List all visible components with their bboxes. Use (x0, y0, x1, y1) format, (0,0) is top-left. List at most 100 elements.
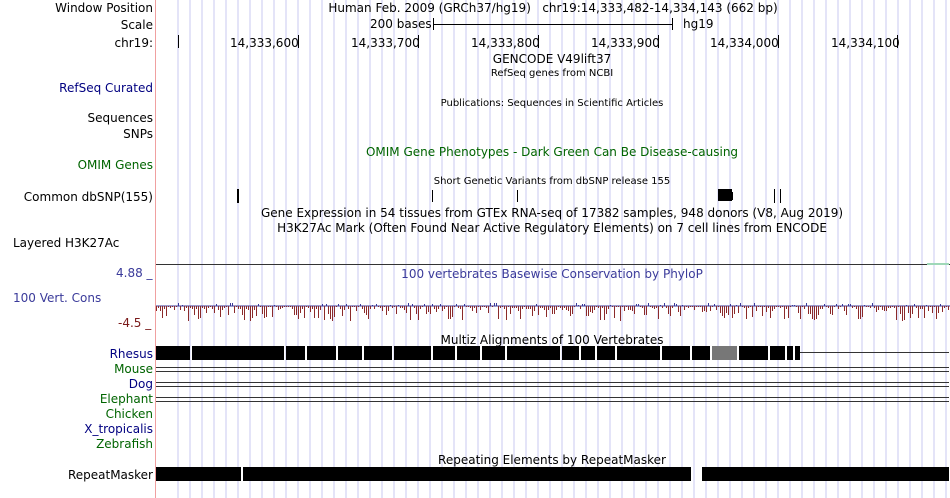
alignment-block[interactable] (712, 346, 737, 360)
repeat-track-title[interactable]: Repeating Elements by RepeatMasker (438, 453, 666, 467)
alignment-block[interactable] (692, 346, 710, 360)
window-position-label: Window Position (55, 1, 153, 15)
repeat-track-label[interactable]: RepeatMasker (68, 468, 153, 482)
alignment-block[interactable] (338, 346, 362, 360)
refseq-track-title[interactable]: RefSeq genes from NCBI (491, 67, 613, 81)
dbsnp-track-title[interactable]: Short Genetic Variants from dbSNP releas… (434, 175, 671, 189)
alignment-block[interactable] (795, 346, 800, 360)
snp-mark[interactable] (432, 190, 433, 202)
cons-bar (764, 306, 765, 307)
alignment-block[interactable] (482, 346, 505, 360)
cons-bar (262, 306, 263, 314)
gtex-track-title[interactable]: Gene Expression in 54 tissues from GTEx … (261, 206, 843, 220)
cons-bar (778, 306, 779, 307)
cons-bar (220, 306, 221, 317)
species-label-xtropicalis[interactable]: X_tropicalis (84, 422, 153, 436)
cons-bar (170, 306, 171, 308)
alignment-block[interactable] (787, 346, 793, 360)
cons-track-title[interactable]: 100 vertebrates Basewise Conservation by… (401, 267, 703, 281)
snps-track-label[interactable]: SNPs (123, 127, 153, 141)
h3k27ac-baseline (156, 264, 950, 265)
h3k27ac-track-title[interactable]: H3K27Ac Mark (Often Found Near Active Re… (277, 221, 827, 235)
cons-bar (872, 303, 873, 306)
cons-bar (394, 306, 395, 307)
alignment-block[interactable] (597, 346, 615, 360)
cons-bar (294, 306, 295, 315)
cons-bar (244, 306, 245, 320)
cons-track-label[interactable]: 100 Vert. Cons (13, 291, 101, 305)
alignment-block[interactable] (581, 346, 595, 360)
snp-mark[interactable] (727, 192, 733, 200)
species-label-rhesus[interactable]: Rhesus (110, 347, 153, 361)
cons-bar (634, 306, 635, 314)
h3k27ac-track-label[interactable]: Layered H3K27Ac (13, 236, 119, 250)
alignment-block[interactable] (739, 346, 768, 360)
cons-bar (852, 306, 853, 308)
alignment-block[interactable] (562, 346, 579, 360)
snp-mark[interactable] (774, 189, 775, 203)
window-position-value: Human Feb. 2009 (GRCh37/hg19) chr19:14,3… (328, 1, 778, 15)
cons-bar (434, 306, 435, 309)
omim-track-label[interactable]: OMIM Genes (78, 158, 153, 172)
snp-mark[interactable] (780, 189, 781, 203)
alignment-block[interactable] (457, 346, 480, 360)
alignment-block[interactable] (156, 346, 190, 360)
cons-bar (728, 306, 729, 315)
cons-bar (188, 306, 189, 321)
cons-bar (436, 306, 437, 312)
cons-bar (574, 306, 575, 307)
alignment-block[interactable] (307, 346, 336, 360)
species-label-zebrafish[interactable]: Zebrafish (96, 437, 153, 451)
repeat-element[interactable] (156, 467, 241, 481)
cons-bar (902, 306, 903, 321)
refseq-track-label[interactable]: RefSeq Curated (59, 81, 153, 95)
cons-bar (580, 306, 581, 309)
cons-bar (342, 306, 343, 316)
sequences-track-label[interactable]: Sequences (88, 111, 153, 125)
cons-bar (516, 306, 517, 308)
cons-bar (324, 306, 325, 320)
species-label-mouse[interactable]: Mouse (114, 362, 153, 376)
alignment-block[interactable] (433, 346, 455, 360)
cons-bar (210, 306, 211, 307)
publications-track-title[interactable]: Publications: Sequences in Scientific Ar… (441, 97, 664, 111)
species-label-elephant[interactable]: Elephant (100, 392, 153, 406)
cons-bar (442, 306, 443, 311)
cons-bar (492, 306, 493, 307)
cons-bar (290, 306, 291, 307)
alignment-block[interactable] (364, 346, 392, 360)
dbsnp-track-label[interactable]: Common dbSNP(155) (24, 190, 153, 204)
cons-bar (648, 303, 649, 306)
cons-bar (328, 306, 329, 314)
cons-bar (286, 306, 287, 307)
species-label-chicken[interactable]: Chicken (106, 407, 153, 421)
cons-bar (732, 306, 733, 318)
multiz-track-title[interactable]: Multiz Alignments of 100 Vertebrates (440, 333, 663, 347)
cons-bar (458, 306, 459, 308)
cons-bar (184, 306, 185, 311)
cons-bar (478, 306, 479, 307)
gencode-track-title[interactable]: GENCODE V49lift37 (493, 52, 611, 66)
cons-bar (708, 303, 709, 306)
alignment-block[interactable] (617, 346, 660, 360)
snp-mark[interactable] (237, 189, 239, 203)
snp-mark[interactable] (517, 190, 518, 202)
cons-bar (568, 306, 569, 311)
cons-bar (858, 306, 859, 319)
alignment-block[interactable] (662, 346, 690, 360)
alignment-block[interactable] (770, 346, 785, 360)
cons-bar (918, 306, 919, 318)
cons-bar (746, 306, 747, 319)
omim-track-title[interactable]: OMIM Gene Phenotypes - Dark Green Can Be… (366, 145, 738, 159)
scale-value: 200 bases (370, 17, 432, 31)
repeat-element[interactable] (243, 467, 691, 481)
alignment-block[interactable] (192, 346, 284, 360)
cons-bar (638, 304, 639, 306)
cons-bar (654, 306, 655, 309)
alignment-block[interactable] (394, 346, 431, 360)
repeat-element[interactable] (702, 467, 949, 481)
alignment-block[interactable] (507, 346, 560, 360)
cons-bar (358, 306, 359, 307)
species-label-dog[interactable]: Dog (129, 377, 153, 391)
alignment-block[interactable] (286, 346, 305, 360)
